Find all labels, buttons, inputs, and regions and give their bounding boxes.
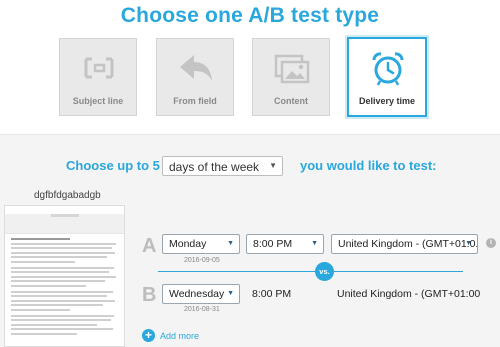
choose-suffix-text: you would like to test: [300,158,437,173]
page-title: Choose one A/B test type [120,4,380,27]
plus-icon: + [142,329,155,342]
vs-divider [158,271,463,272]
type-card-label: Delivery time [358,96,416,106]
variant-b-day-value: Wednesday [169,288,225,300]
variant-a-letter: A [142,235,157,257]
campaign-name: dgfbfdgabadgb [34,190,101,201]
chevron-down-icon: ▼ [227,290,234,297]
variant-a-day-select[interactable]: Monday ▼ [162,234,240,254]
chevron-down-icon: ▼ [465,240,472,247]
info-icon[interactable]: i [486,238,496,248]
subject-line-icon [84,57,114,79]
type-card-label: Subject line [72,96,124,106]
email-preview-body [5,234,124,341]
test-unit-value: days of the week [169,160,260,174]
vs-badge: vs. [315,262,334,281]
variant-a-timezone-value: United Kingdom - (GMT+01:0... [338,238,478,250]
variant-b-day-select[interactable]: Wednesday ▼ [162,284,240,304]
variant-a-date: 2016-09-05 [184,257,220,264]
choose-prefix-text: Choose up to 5 [66,158,160,173]
type-card-from-field[interactable]: From field [156,38,234,116]
type-card-subject-line[interactable]: Subject line [59,38,137,116]
variant-b-letter: B [142,284,157,306]
type-card-label: Content [274,96,308,106]
add-more-label: Add more [160,331,200,341]
chevron-down-icon: ▼ [227,240,234,247]
reply-arrow-icon [180,55,212,81]
type-card-label: From field [173,96,217,106]
variant-b-timezone: United Kingdom - (GMT+01:00 [337,288,481,300]
chevron-down-icon: ▼ [311,240,318,247]
type-card-delivery-time[interactable]: Delivery time [347,37,427,117]
images-icon [274,54,310,84]
test-unit-select[interactable]: days of the week ▼ [162,156,283,176]
email-preview-header [5,214,124,234]
variant-a-time-select[interactable]: 8:00 PM ▼ [246,234,324,254]
email-preview-thumbnail[interactable] [4,205,125,347]
variant-b-date: 2016-08-31 [184,306,220,313]
variant-b-time: 8:00 PM [252,288,292,300]
variant-a-time-value: 8:00 PM [253,238,293,250]
type-card-content[interactable]: Content [252,38,330,116]
chevron-down-icon: ▼ [269,161,277,170]
variant-a-day-value: Monday [169,238,207,250]
alarm-clock-icon [372,52,404,86]
choose-row: Choose up to 5 days of the week ▼ you wo… [0,156,500,176]
variant-a-timezone-select[interactable]: United Kingdom - (GMT+01:0... ▼ [331,234,478,254]
